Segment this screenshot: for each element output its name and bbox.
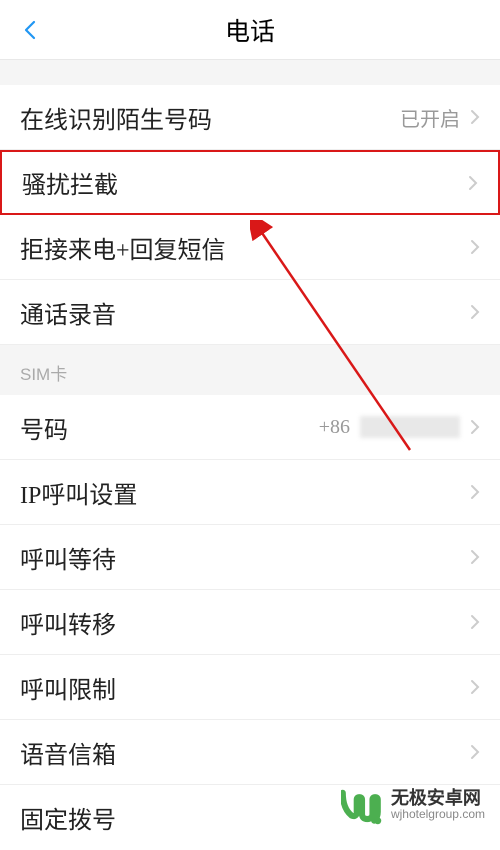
item-voicemail[interactable]: 语音信箱	[0, 720, 500, 785]
item-label: IP呼叫设置	[20, 475, 137, 510]
watermark-url: wjhotelgroup.com	[391, 808, 485, 822]
watermark-title: 无极安卓网	[391, 788, 485, 809]
chevron-right-icon	[470, 304, 480, 320]
item-label: 语音信箱	[20, 735, 116, 770]
item-label: 在线识别陌生号码	[20, 100, 212, 135]
settings-list-1: 在线识别陌生号码 已开启 骚扰拦截 拒接来电+回复短信 通话录音	[0, 85, 500, 345]
item-label: 拒接来电+回复短信	[20, 230, 226, 265]
item-value: 已开启	[400, 103, 460, 132]
item-label: 呼叫限制	[20, 670, 116, 705]
watermark-text: 无极安卓网 wjhotelgroup.com	[391, 788, 485, 822]
chevron-right-icon	[470, 484, 480, 500]
item-right	[470, 239, 480, 255]
item-right	[468, 175, 478, 191]
item-right	[470, 304, 480, 320]
page-title: 电话	[225, 12, 275, 48]
item-call-waiting[interactable]: 呼叫等待	[0, 525, 500, 590]
section-label: SIM卡	[20, 360, 67, 385]
item-right: +86	[319, 416, 480, 439]
item-label: 固定拨号	[20, 800, 116, 835]
item-label: 通话录音	[20, 295, 116, 330]
item-right	[470, 744, 480, 760]
item-reject-reply-sms[interactable]: 拒接来电+回复短信	[0, 215, 500, 280]
section-header-sim: SIM卡	[0, 345, 500, 395]
chevron-right-icon	[470, 614, 480, 630]
item-right	[470, 679, 480, 695]
back-chevron-icon	[18, 18, 42, 42]
chevron-right-icon	[470, 549, 480, 565]
item-right	[470, 484, 480, 500]
settings-list-sim: 号码 +86 IP呼叫设置 呼叫等待 呼叫转移	[0, 395, 500, 850]
item-label: 骚扰拦截	[22, 165, 118, 200]
chevron-right-icon	[470, 239, 480, 255]
back-button[interactable]	[18, 18, 42, 42]
watermark-logo-icon	[341, 784, 383, 826]
chevron-right-icon	[468, 175, 478, 191]
item-call-barring[interactable]: 呼叫限制	[0, 655, 500, 720]
item-label: 呼叫等待	[20, 540, 116, 575]
item-value: +86	[319, 416, 350, 439]
chevron-right-icon	[470, 109, 480, 125]
item-label: 呼叫转移	[20, 605, 116, 640]
chevron-right-icon	[470, 744, 480, 760]
item-call-forwarding[interactable]: 呼叫转移	[0, 590, 500, 655]
chevron-right-icon	[470, 679, 480, 695]
blurred-number	[360, 416, 460, 438]
watermark: 无极安卓网 wjhotelgroup.com	[341, 784, 485, 826]
item-phone-number[interactable]: 号码 +86	[0, 395, 500, 460]
header: 电话	[0, 0, 500, 60]
item-harassment-block[interactable]: 骚扰拦截	[0, 150, 500, 215]
item-right: 已开启	[400, 103, 480, 132]
item-call-recording[interactable]: 通话录音	[0, 280, 500, 345]
item-label: 号码	[20, 410, 68, 445]
item-ip-call-settings[interactable]: IP呼叫设置	[0, 460, 500, 525]
item-right	[470, 614, 480, 630]
item-online-identify[interactable]: 在线识别陌生号码 已开启	[0, 85, 500, 150]
chevron-right-icon	[470, 419, 480, 435]
item-right	[470, 549, 480, 565]
